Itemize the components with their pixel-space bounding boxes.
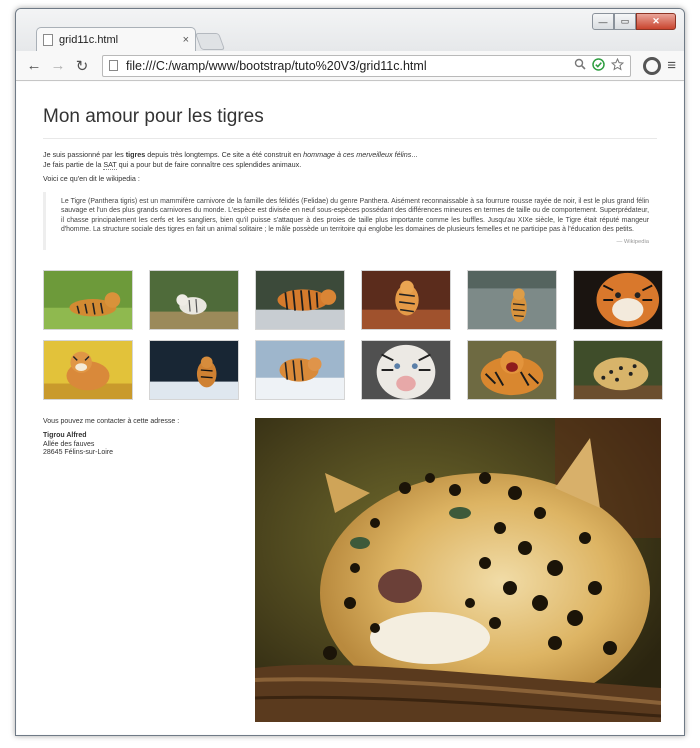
- wikipedia-quote: Le Tigre (Panthera tigris) est un mammif…: [43, 192, 657, 251]
- contact-street: Allée des fauves: [43, 440, 95, 448]
- search-icon[interactable]: [574, 58, 586, 73]
- title-bar: grid11c.html × — ▭ ✕: [16, 9, 684, 52]
- reload-button[interactable]: ↻: [72, 56, 92, 76]
- contact-address: Tigrou Alfred Allée des fauves 28645 Fél…: [43, 432, 243, 458]
- sat-abbreviation[interactable]: SAT: [103, 159, 117, 170]
- intro-bold: tigres: [125, 150, 146, 159]
- white-tiger-thumbnail[interactable]: [149, 270, 239, 331]
- tiger-snow-thumbnail[interactable]: [149, 340, 239, 401]
- close-window-button[interactable]: ✕: [636, 13, 676, 30]
- tiger-thumbnail[interactable]: [467, 270, 557, 331]
- intro-paragraph: Je suis passionné par les tigres depuis …: [43, 150, 657, 170]
- menu-icon[interactable]: ≡: [667, 57, 676, 74]
- intro-text: depuis très longtemps. Ce site a été con…: [145, 150, 304, 159]
- white-tiger-face-thumbnail[interactable]: [361, 340, 451, 401]
- leopard-photo: [255, 418, 661, 722]
- intro-italic: hommage à ces merveilleux félins: [303, 150, 412, 159]
- quote-source: — Wikipedia: [616, 238, 649, 245]
- forward-button[interactable]: →: [48, 56, 68, 76]
- tiger-face-thumbnail[interactable]: [573, 270, 663, 331]
- window-controls: — ▭ ✕: [592, 13, 676, 30]
- leopard-thumbnail[interactable]: [573, 340, 663, 401]
- browser-toolbar: ← → ↻ file:///C:/wamp/www/bootstrap/tuto…: [16, 51, 684, 81]
- wikipedia-intro: Voici ce qu'en dit le wikipedia :: [43, 174, 140, 183]
- intro-text: ...: [411, 150, 418, 159]
- page-title: Mon amour pour les tigres: [43, 106, 657, 139]
- extension-icon[interactable]: [643, 56, 662, 75]
- tiger-thumbnail[interactable]: [255, 270, 345, 331]
- browser-window: grid11c.html × — ▭ ✕ ← → ↻ file:///C:/wa…: [15, 8, 685, 736]
- bookmark-star-icon[interactable]: [611, 57, 625, 74]
- browser-tab[interactable]: grid11c.html ×: [36, 27, 196, 52]
- contact-intro: Vous pouvez me contacter à cette adresse…: [43, 418, 180, 425]
- thumbnail-gallery: [43, 270, 663, 401]
- address-bar[interactable]: file:///C:/wamp/www/bootstrap/tuto%20V3/…: [102, 54, 632, 77]
- check-icon[interactable]: [592, 57, 605, 74]
- minimize-button[interactable]: —: [592, 13, 614, 30]
- page-icon: [109, 60, 118, 71]
- intro-text: Je suis passionné par les: [43, 150, 126, 159]
- url-text[interactable]: file:///C:/wamp/www/bootstrap/tuto%20V3/…: [126, 59, 568, 73]
- tiger-roaring-thumbnail[interactable]: [467, 340, 557, 401]
- tab-title: grid11c.html: [59, 34, 119, 46]
- tab-close-icon[interactable]: ×: [183, 34, 189, 46]
- new-tab-button[interactable]: [194, 33, 226, 50]
- intro-text: Je fais partie de la: [43, 159, 104, 169]
- contact-city: 28645 Félins-sur-Loire: [43, 449, 114, 457]
- quote-text: Le Tigre (Panthera tigris) est un mammif…: [61, 198, 649, 234]
- tiger-thumbnail[interactable]: [43, 270, 133, 331]
- maximize-button[interactable]: ▭: [614, 13, 636, 30]
- intro-text: qui a pour but de faire connaître ces sp…: [116, 159, 302, 169]
- document-icon: [43, 34, 53, 46]
- contact-name: Tigrou Alfred: [43, 431, 87, 439]
- web-page: Mon amour pour les tigres Je suis passio…: [17, 82, 683, 734]
- tiger-cub-thumbnail[interactable]: [43, 340, 133, 401]
- back-button[interactable]: ←: [24, 56, 44, 76]
- tiger-snow-thumbnail[interactable]: [255, 340, 345, 401]
- contact-section: Vous pouvez me contacter à cette adresse…: [43, 418, 243, 458]
- tiger-thumbnail[interactable]: [361, 270, 451, 331]
